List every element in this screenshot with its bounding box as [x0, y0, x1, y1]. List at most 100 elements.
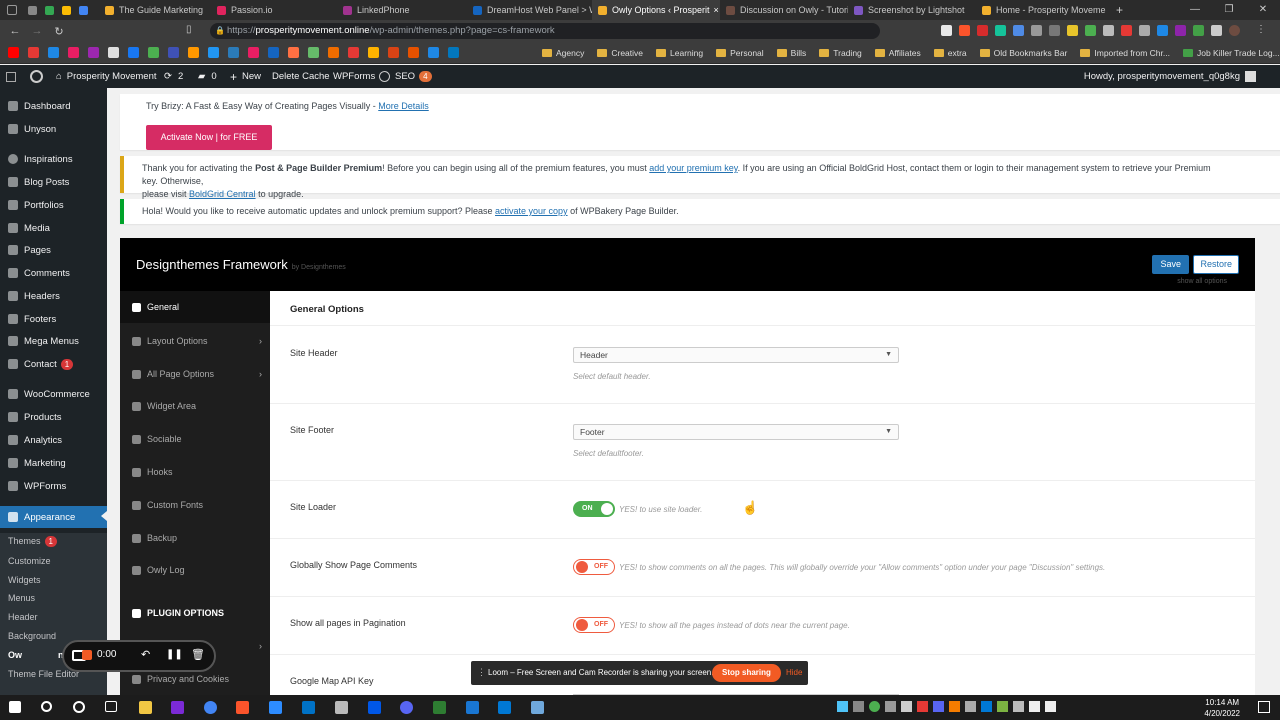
tray-icon[interactable] — [853, 701, 864, 712]
discord-icon[interactable] — [400, 701, 413, 714]
sidebar-item-inspirations[interactable]: Inspirations — [0, 149, 107, 169]
nav-item-layout-options[interactable]: Layout Options › — [120, 325, 270, 357]
bookmark-icon[interactable] — [288, 47, 299, 58]
new-tab-button[interactable]: + — [1106, 3, 1123, 17]
bookmark-link[interactable]: Job Killer Trade Log... — [1182, 48, 1280, 58]
tray-icon[interactable] — [949, 701, 960, 712]
more-menu-icon[interactable]: ⋮ — [1256, 24, 1266, 35]
sidebar-item-unyson[interactable]: Unyson — [0, 119, 107, 139]
drag-handle-icon[interactable]: ⋮ — [477, 667, 486, 678]
account-link[interactable]: Howdy, prosperitymovement_q0g8kg — [1084, 65, 1256, 88]
app-icon[interactable] — [368, 701, 381, 714]
bookmark-icon[interactable] — [28, 47, 39, 58]
sidebar-item-headers[interactable]: Headers — [0, 286, 107, 306]
brave-icon[interactable] — [959, 25, 970, 36]
bookmark-folder[interactable]: Bills — [776, 48, 806, 58]
sidebar-item-marketing[interactable]: Marketing — [0, 453, 107, 473]
browser-tab[interactable]: LinkedPhone — [337, 0, 467, 20]
submenu-item-background[interactable]: Background — [8, 631, 56, 641]
tray-icon[interactable] — [965, 701, 976, 712]
browser-tab[interactable]: The Guide Marketing — [99, 0, 211, 20]
sidebar-item-appearance[interactable]: Appearance — [0, 506, 107, 528]
vscode-icon[interactable] — [498, 701, 511, 714]
bookmark-icon[interactable] — [228, 47, 239, 58]
hide-sharing-bar-button[interactable]: Hide — [786, 668, 802, 677]
sidebar-item-media[interactable]: Media — [0, 218, 107, 238]
browser-tab-active[interactable]: Owly Options ‹ Prosperit × — [592, 0, 720, 20]
extension-icon[interactable] — [1121, 25, 1132, 36]
brizy-activate-button[interactable]: Activate Now | for FREE — [146, 125, 272, 150]
sidebar-item-pages[interactable]: Pages — [0, 240, 107, 260]
tray-icon[interactable] — [933, 701, 944, 712]
submenu-item-themes[interactable]: Themes 1 — [8, 536, 57, 547]
undo-icon[interactable]: ↶ — [141, 648, 150, 661]
nav-item-general[interactable]: General — [120, 291, 270, 323]
browser-tab[interactable]: Passion.io — [211, 0, 337, 20]
outlook-icon[interactable] — [302, 701, 315, 714]
app-icon[interactable] — [466, 701, 479, 714]
nav-item-hooks[interactable]: Hooks — [120, 456, 270, 488]
windows-start-icon[interactable] — [9, 701, 21, 713]
restore-button[interactable]: Restore — [1193, 255, 1239, 274]
bookmark-icon[interactable] — [348, 47, 359, 58]
sidebar-item-comments[interactable]: Comments — [0, 263, 107, 283]
close-tab-icon[interactable]: × — [710, 5, 719, 15]
site-header-select[interactable]: Header ▼ — [573, 347, 899, 363]
submenu-item-theme-file-editor[interactable]: Theme File Editor — [8, 669, 79, 679]
bookmark-icon[interactable] — [208, 47, 219, 58]
task-view-icon[interactable] — [105, 701, 117, 712]
bookmark-icon[interactable] — [188, 47, 199, 58]
sidebar-item-wpforms[interactable]: WPForms — [0, 476, 107, 496]
bookmark-folder[interactable]: Trading — [819, 48, 862, 58]
bookmark-folder[interactable]: Creative — [597, 48, 643, 58]
bookmark-icon[interactable] — [168, 47, 179, 58]
delete-cache-link[interactable]: Delete Cache — [272, 65, 330, 88]
bookmark-icon[interactable] — [388, 47, 399, 58]
stop-record-icon[interactable] — [82, 650, 92, 660]
bookmark-icon[interactable] — [248, 47, 259, 58]
new-content-link[interactable]: + New — [230, 65, 261, 88]
bookmark-icon[interactable] — [368, 47, 379, 58]
search-icon[interactable] — [41, 701, 52, 712]
bookmark-folder[interactable]: Old Bookmarks Bar — [979, 48, 1067, 58]
updates-link[interactable]: ⟳ 2 — [164, 65, 183, 88]
sidebar-item-products[interactable]: Products — [0, 407, 107, 427]
browser-tab[interactable]: Discussion on Owly - Tutorin — [720, 0, 848, 20]
nav-item-all-page-options[interactable]: All Page Options › — [120, 358, 270, 390]
nav-item-owly-log[interactable]: Owly Log — [120, 554, 270, 586]
extension-icon[interactable] — [1031, 25, 1042, 36]
bookmark-folder[interactable]: Affiliates — [874, 48, 921, 58]
add-premium-key-link[interactable]: add your premium key — [649, 163, 737, 173]
extension-icon[interactable] — [1157, 25, 1168, 36]
nav-item-backup[interactable]: Backup — [120, 522, 270, 554]
tray-icon[interactable] — [869, 701, 880, 712]
profile-avatar-icon[interactable] — [1229, 25, 1240, 36]
nav-item-widget-area[interactable]: Widget Area — [120, 390, 270, 422]
bookmark-page-icon[interactable]: ▯ — [186, 24, 192, 35]
pause-icon[interactable]: ❚❚ — [166, 649, 183, 660]
trash-icon[interactable]: 🗑 — [191, 648, 205, 661]
sidebar-item-contact[interactable]: Contact 1 — [0, 354, 107, 374]
sidebar-item-portfolios[interactable]: Portfolios — [0, 195, 107, 215]
browser-tab[interactable]: Home - Prosperity Movemen — [976, 0, 1106, 20]
pinned-tab-icon[interactable] — [28, 5, 37, 15]
bookmark-icon[interactable] — [108, 47, 119, 58]
file-explorer-icon[interactable] — [139, 701, 152, 714]
app-icon[interactable] — [433, 701, 446, 714]
pagination-toggle[interactable]: OFF — [573, 617, 615, 633]
minimize-icon[interactable]: — — [1178, 0, 1212, 20]
wordpress-logo-icon[interactable] — [30, 65, 43, 88]
sidebar-item-woocommerce[interactable]: WooCommerce — [0, 384, 107, 404]
browser-tab[interactable]: DreamHost Web Panel > We — [467, 0, 592, 20]
global-comments-toggle[interactable]: OFF — [573, 559, 615, 575]
submenu-item-owly-options[interactable]: Owns — [8, 650, 69, 660]
bookmark-icon[interactable] — [268, 47, 279, 58]
brave-icon[interactable] — [236, 701, 249, 714]
tray-icon[interactable] — [837, 701, 848, 712]
extensions-puzzle-icon[interactable] — [1211, 25, 1222, 36]
extension-icon[interactable] — [977, 25, 988, 36]
brizy-more-details-link[interactable]: More Details — [378, 101, 429, 111]
sidebar-item-mega-menus[interactable]: Mega Menus — [0, 331, 107, 351]
facebook-icon[interactable] — [128, 47, 139, 58]
back-icon[interactable]: ← — [4, 25, 26, 37]
